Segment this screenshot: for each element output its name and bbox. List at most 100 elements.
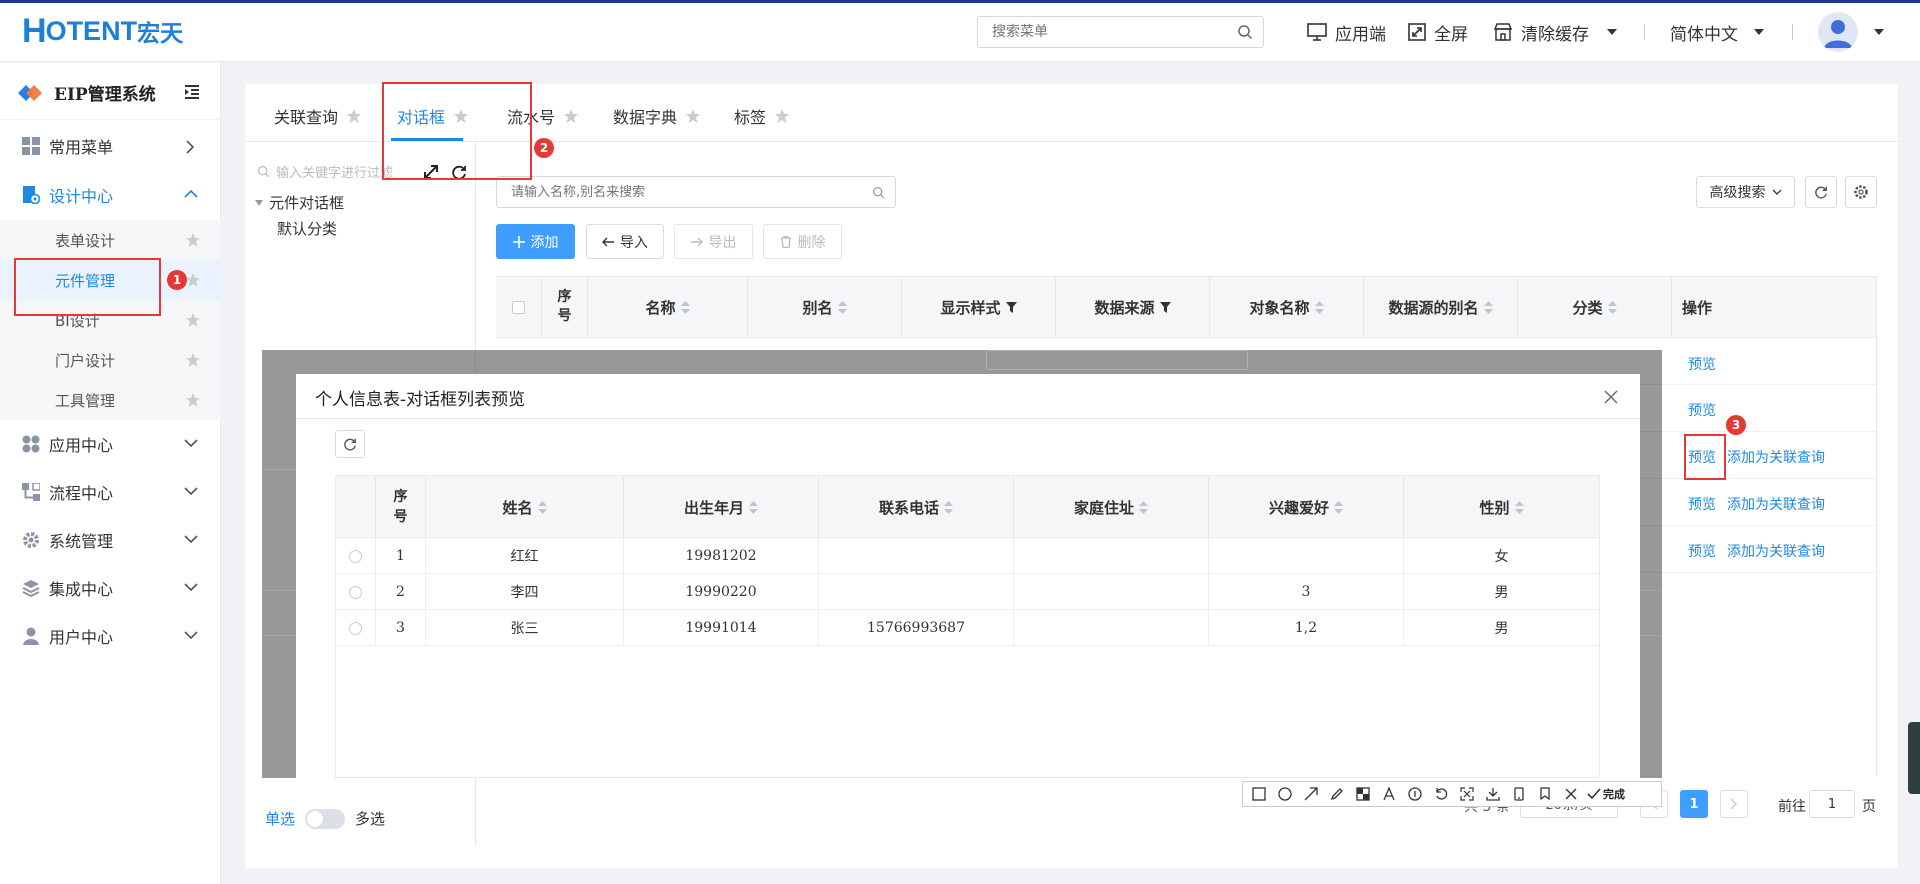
modal-col-gender[interactable]: 性别	[1404, 476, 1599, 538]
star-icon[interactable]	[685, 108, 701, 124]
fit-screen-icon[interactable]	[1457, 784, 1477, 804]
user-avatar[interactable]	[1818, 12, 1858, 52]
sidebar-item-flow-center[interactable]: 流程中心	[0, 468, 221, 516]
add-button[interactable]: 添加	[496, 224, 575, 259]
mosaic-tool-icon[interactable]	[1353, 784, 1373, 804]
search-icon[interactable]	[872, 186, 885, 199]
star-icon[interactable]	[774, 108, 790, 124]
col-source-alias[interactable]: 数据源的别名	[1364, 277, 1518, 337]
preview-link[interactable]: 预览	[1688, 541, 1716, 561]
sidebar-sub-tool-mgmt[interactable]: 工具管理	[0, 380, 221, 420]
tab-related-query[interactable]: 关联查询	[274, 104, 362, 128]
caret-down-icon[interactable]	[255, 199, 263, 206]
clear-cache-button[interactable]: 清除缓存	[1493, 19, 1617, 45]
star-icon[interactable]	[185, 392, 201, 408]
tab-label-mgmt[interactable]: 标签	[734, 104, 790, 128]
preview-link[interactable]: 预览	[1688, 354, 1716, 374]
col-data-source[interactable]: 数据来源	[1056, 277, 1210, 337]
row-radio[interactable]	[349, 621, 362, 635]
cancel-icon[interactable]	[1561, 784, 1581, 804]
sort-icon[interactable]	[837, 300, 847, 314]
app-end-button[interactable]: 应用端	[1307, 19, 1386, 45]
tree-node-root[interactable]: 元件对话框	[255, 192, 344, 213]
select-mode-toggle[interactable]: 单选 多选	[265, 808, 385, 829]
single-select-label[interactable]: 单选	[265, 808, 295, 829]
sidebar-item-common-menu[interactable]: 常用菜单	[0, 122, 221, 170]
sort-icon[interactable]	[1514, 500, 1524, 514]
side-floating-widget[interactable]	[1908, 722, 1920, 794]
number-tool-icon[interactable]	[1405, 784, 1425, 804]
undo-icon[interactable]	[1431, 784, 1451, 804]
sidebar-item-integration-center[interactable]: 集成中心	[0, 564, 221, 612]
sort-icon[interactable]	[680, 300, 690, 314]
modal-col-hobby[interactable]: 兴趣爱好	[1209, 476, 1404, 538]
star-icon[interactable]	[346, 108, 362, 124]
multi-select-label[interactable]: 多选	[355, 808, 385, 829]
mode-switch[interactable]	[305, 808, 346, 829]
pen-tool-icon[interactable]	[1327, 784, 1347, 804]
modal-col-birth[interactable]: 出生年月	[624, 476, 819, 538]
download-icon[interactable]	[1483, 784, 1503, 804]
sidebar-item-system-mgmt[interactable]: 系统管理	[0, 516, 221, 564]
select-all-checkbox[interactable]	[512, 300, 525, 314]
row-radio[interactable]	[349, 549, 362, 563]
name-search-input[interactable]	[497, 177, 857, 207]
sidebar-item-user-center[interactable]: 用户中心	[0, 612, 221, 660]
sort-icon[interactable]	[1607, 300, 1617, 314]
text-tool-icon[interactable]	[1379, 784, 1399, 804]
pin-icon[interactable]	[1535, 784, 1555, 804]
goto-page-input[interactable]: 1	[1809, 790, 1855, 818]
preview-link[interactable]: 预览	[1688, 494, 1716, 514]
star-icon[interactable]	[185, 272, 201, 288]
filter-icon[interactable]	[1005, 301, 1017, 313]
table-row[interactable]: 1 红红 19981202 女	[336, 538, 1599, 574]
modal-col-address[interactable]: 家庭住址	[1014, 476, 1209, 538]
sort-icon[interactable]	[1334, 500, 1343, 514]
tab-data-dictionary[interactable]: 数据字典	[613, 104, 701, 128]
add-related-query-link[interactable]: 添加为关联查询	[1727, 494, 1825, 514]
menu-search-input[interactable]	[978, 17, 1218, 47]
delete-button[interactable]: 删除	[763, 224, 842, 259]
col-display-style[interactable]: 显示样式	[902, 277, 1056, 337]
phone-icon[interactable]	[1509, 784, 1529, 804]
column-settings-button[interactable]	[1845, 176, 1877, 208]
user-menu-caret-icon[interactable]	[1874, 29, 1884, 35]
preview-link[interactable]: 预览	[1688, 400, 1716, 420]
sidebar-sub-form-design[interactable]: 表单设计	[0, 220, 221, 260]
modal-refresh-button[interactable]	[335, 430, 365, 458]
col-category[interactable]: 分类	[1518, 277, 1672, 337]
modal-col-phone[interactable]: 联系电话	[819, 476, 1014, 538]
ellipse-tool-icon[interactable]	[1275, 784, 1295, 804]
done-button[interactable]: 完成	[1587, 786, 1625, 802]
sort-icon[interactable]	[1139, 500, 1148, 514]
refresh-button[interactable]	[1805, 176, 1837, 208]
language-select[interactable]: 简体中文	[1670, 19, 1764, 45]
arrow-tool-icon[interactable]	[1301, 784, 1321, 804]
col-name[interactable]: 名称	[588, 277, 748, 337]
table-row[interactable]: 3 张三 19991014 15766993687 1,2 男	[336, 610, 1599, 646]
page-1-button[interactable]: 1	[1680, 790, 1708, 818]
fullscreen-button[interactable]: 全屏	[1408, 19, 1468, 45]
col-alias[interactable]: 别名	[748, 277, 902, 337]
star-icon[interactable]	[563, 108, 579, 124]
filter-icon[interactable]	[1159, 301, 1171, 313]
sort-icon[interactable]	[749, 500, 758, 514]
modal-col-name[interactable]: 姓名	[426, 476, 624, 538]
sidebar-sub-portal-design[interactable]: 门户设计	[0, 340, 221, 380]
sidebar-item-app-center[interactable]: 应用中心	[0, 420, 221, 468]
star-icon[interactable]	[185, 312, 201, 328]
table-row[interactable]: 2 李四 19990220 3 男	[336, 574, 1599, 610]
tree-filter[interactable]: 输入关键字进行过滤	[257, 162, 393, 181]
sidebar-item-design-center[interactable]: 设计中心	[0, 171, 221, 219]
collapse-menu-icon[interactable]	[184, 84, 200, 100]
menu-search[interactable]	[977, 16, 1264, 48]
name-alias-search[interactable]	[496, 176, 896, 208]
sort-icon[interactable]	[1483, 300, 1493, 314]
rectangle-tool-icon[interactable]	[1249, 784, 1269, 804]
advanced-search-button[interactable]: 高级搜索	[1696, 176, 1795, 208]
import-button[interactable]: 导入	[586, 224, 664, 259]
search-icon[interactable]	[1237, 24, 1253, 40]
next-page-button[interactable]	[1720, 790, 1748, 818]
star-icon[interactable]	[185, 352, 201, 368]
sort-icon[interactable]	[944, 500, 953, 514]
